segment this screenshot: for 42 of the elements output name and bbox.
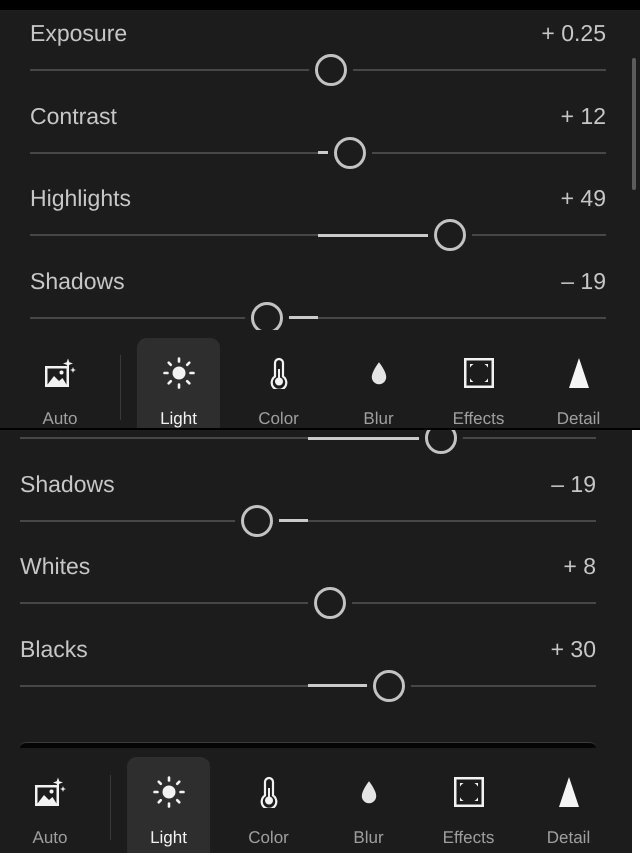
square-frame-icon [454, 777, 484, 807]
droplet-icon [370, 361, 388, 385]
triangle-icon [568, 357, 590, 389]
thermometer-icon [268, 357, 288, 389]
slider-label: Shadows [30, 268, 125, 292]
sun-icon [152, 776, 184, 808]
adjustment-tab[interactable]: Effects [427, 757, 510, 853]
adjustment-tab[interactable]: Color [227, 757, 310, 853]
triangle-icon [558, 776, 580, 808]
slider-fill [318, 151, 328, 154]
slider-value: – 19 [561, 268, 606, 292]
adjustment-tab[interactable]: Effects [437, 338, 520, 428]
slider-label: Contrast [30, 104, 117, 128]
adjustment-tab[interactable]: Light [137, 338, 220, 428]
auto-button[interactable]: Auto [18, 338, 102, 428]
adjustment-tab[interactable]: Blur [327, 757, 410, 853]
adjustment-tab[interactable]: Blur [337, 338, 420, 428]
slider-fill [288, 316, 318, 319]
sun-icon [162, 357, 194, 389]
slider-value: + 12 [560, 104, 606, 128]
slider-label: Exposure [30, 21, 128, 45]
adjustment-tab[interactable]: Color [237, 338, 320, 428]
droplet-icon [360, 780, 378, 804]
slider-value: – 19 [551, 472, 596, 496]
square-frame-icon [464, 358, 494, 388]
slider-value: + 30 [550, 636, 596, 660]
image-sparkle-icon [44, 358, 76, 388]
adjustment-tab[interactable]: Detail [537, 338, 620, 428]
slider-label: Whites [20, 554, 90, 578]
adjustment-tab[interactable]: Light [127, 757, 210, 853]
slider-value: + 49 [560, 186, 606, 210]
slider-fill [278, 519, 308, 522]
slider-label: Shadows [20, 472, 115, 496]
thermometer-icon [258, 776, 278, 808]
adjustment-tab[interactable]: Detail [527, 757, 610, 853]
slider-label: Blacks [20, 636, 88, 660]
slider-value: + 0.25 [541, 21, 606, 45]
auto-button[interactable]: Auto [8, 757, 92, 853]
slider-label: Highlights [30, 186, 131, 210]
slider-value: + 8 [563, 554, 596, 578]
slider-fill [308, 684, 368, 687]
image-sparkle-icon [34, 777, 66, 807]
